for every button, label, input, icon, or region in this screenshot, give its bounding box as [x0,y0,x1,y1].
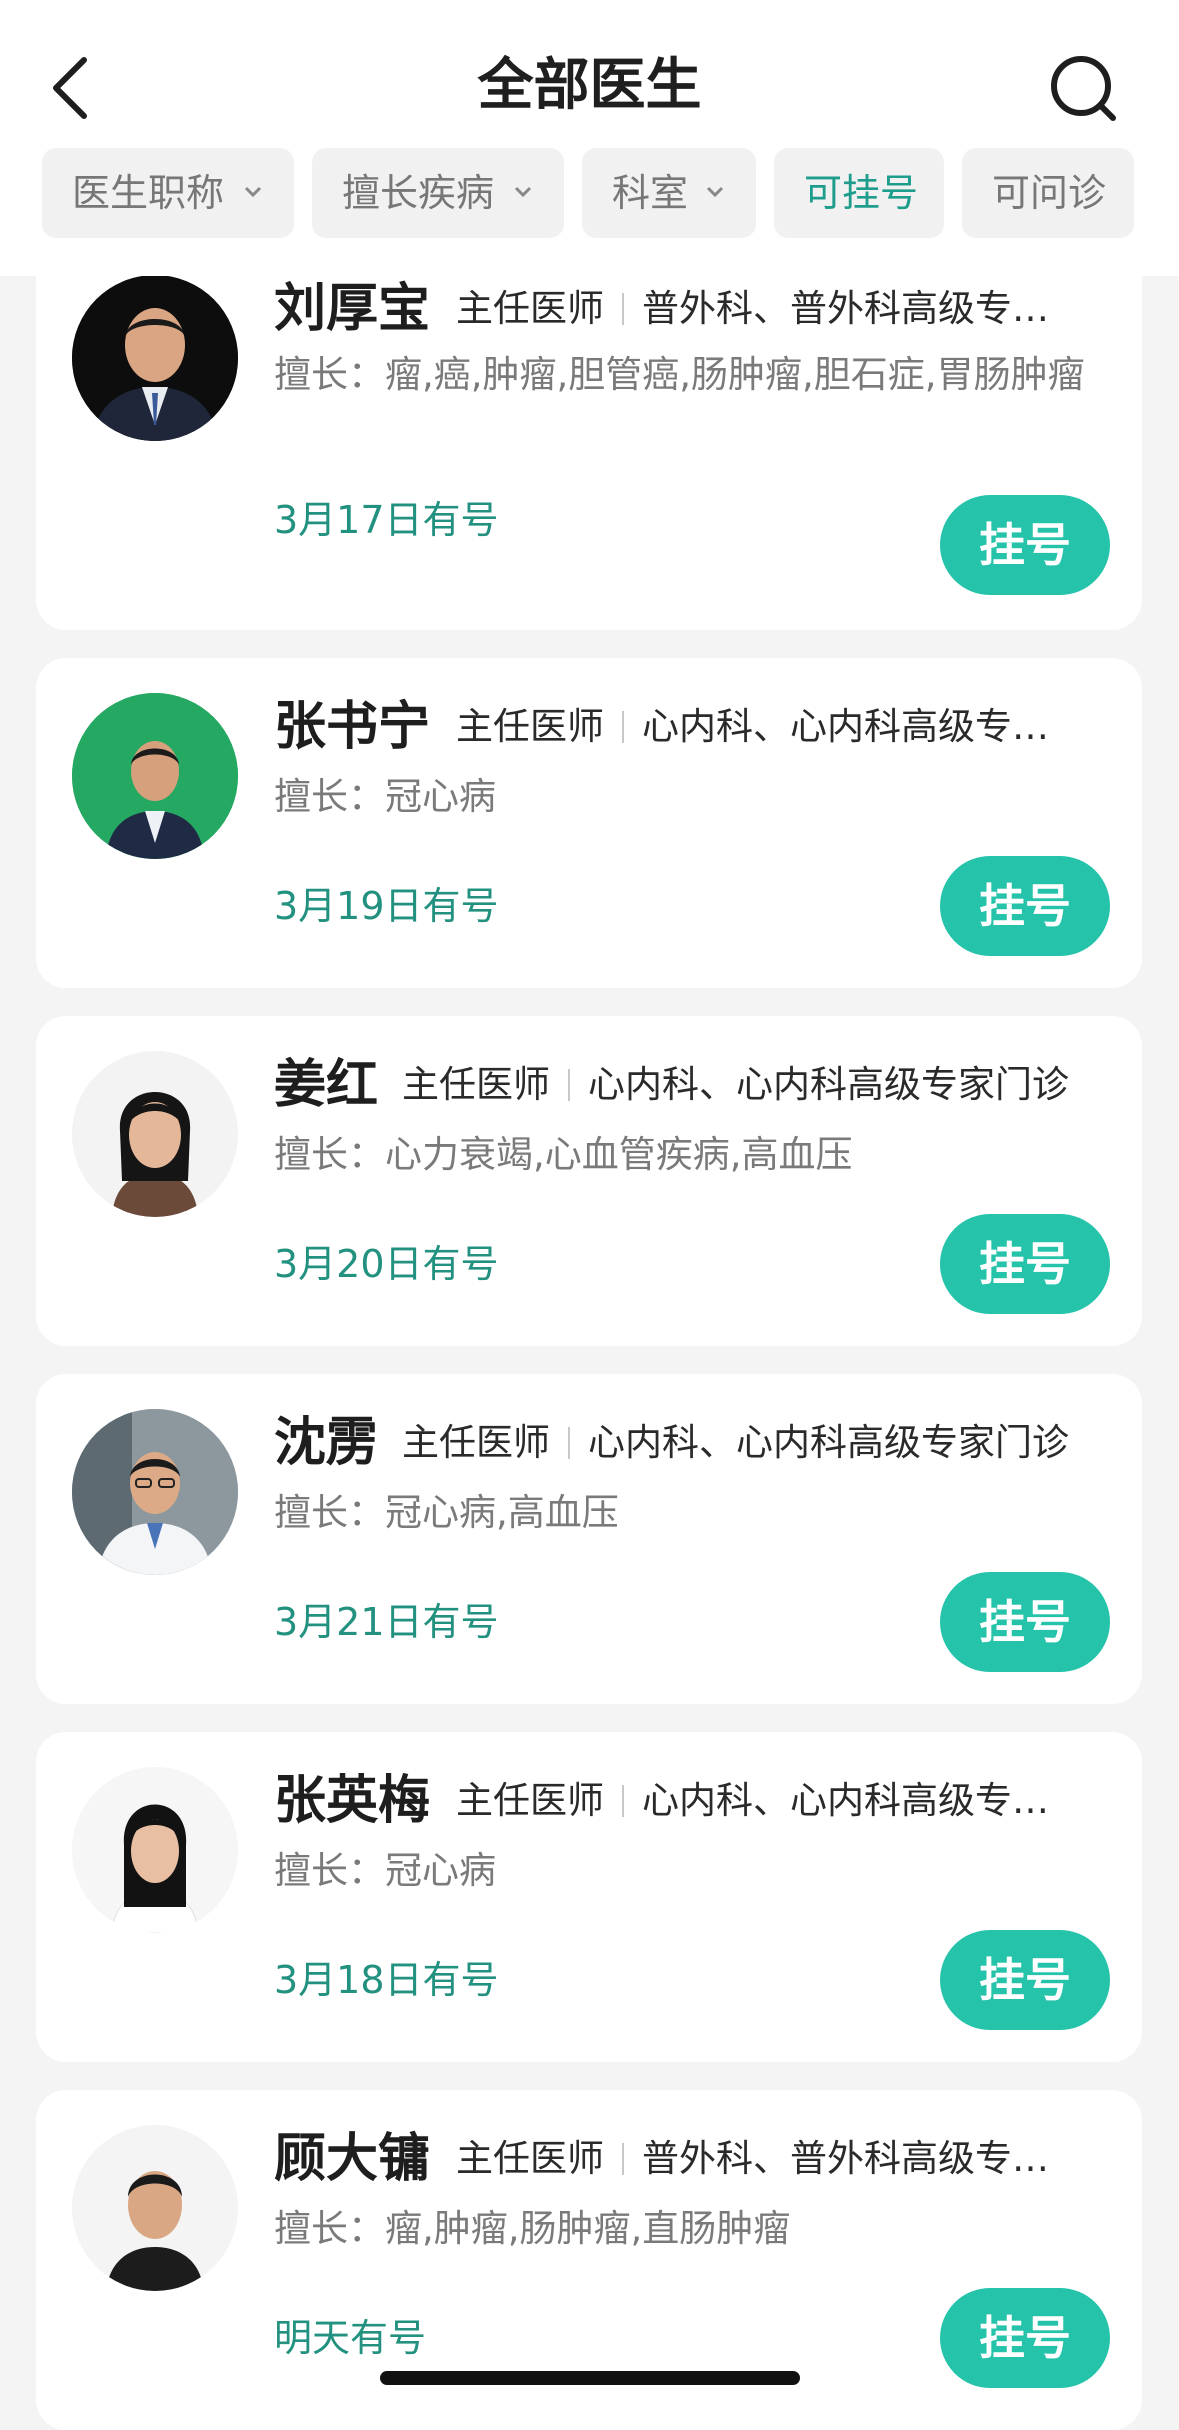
doctor-meta: 主任医师心内科、心内科高级专家门诊 [402,1050,1069,1120]
specialty-text: 瘤,肿瘤,肠肿瘤,直肠肿瘤 [385,2207,791,2250]
doctor-card[interactable]: 姜红 主任医师 心内科、心内科高级专家门诊 擅长：心力衰竭,心血管疾病,高血压 3… [36,1016,1142,1346]
doctor-specialty: 擅长：心力衰竭,心血管疾病,高血压 [274,1124,1114,1186]
filter-title-dropdown[interactable]: 医生职称 [42,148,294,238]
specialty-prefix: 擅长： [274,775,385,818]
doctor-department: 普外科、普外科高级专家门诊 [642,287,1072,330]
specialty-prefix: 擅长： [274,1133,385,1176]
doctor-title: 主任医师 [402,1421,550,1464]
doctor-card[interactable]: 张英梅 主任医师心内科、心内科高级专家门诊 擅长：冠心病 3月18日有号 挂号 [36,1732,1142,2062]
availability-text: 3月20日有号 [274,1242,499,1286]
filter-label: 擅长疾病 [342,171,495,215]
availability-text: 3月21日有号 [274,1600,499,1644]
filter-consultable-toggle[interactable]: 可问诊 [962,148,1134,238]
specialty-prefix: 擅长： [274,353,385,396]
specialty-text: 冠心病 [385,775,496,818]
doctor-name: 沈雳 [274,1413,379,1473]
home-indicator[interactable] [380,2371,800,2385]
book-button[interactable]: 挂号 [940,856,1110,956]
doctor-photo-icon [72,693,238,859]
doctor-name: 顾大镛 [274,2129,431,2189]
doctor-specialty: 擅长：瘤,肿瘤,肠肿瘤,直肠肿瘤 [274,2198,1114,2260]
filter-label: 科室 [612,171,689,215]
filter-department-dropdown[interactable]: 科室 [582,148,756,238]
book-button[interactable]: 挂号 [940,495,1110,595]
chevron-down-icon [706,186,724,198]
doctor-name: 张书宁 [274,697,431,757]
doctor-meta: 主任医师普外科、普外科高级专家门诊 [456,274,1072,344]
doctor-title: 主任医师 [402,1063,550,1106]
book-button[interactable]: 挂号 [940,1214,1110,1314]
filter-label: 医生职称 [72,171,225,215]
book-button[interactable]: 挂号 [940,1930,1110,2030]
doctor-title: 主任医师 [456,705,604,748]
doctor-card[interactable]: 张书宁 主任医师心内科、心内科高级专家门诊 擅长：冠心病 3月19日有号 挂号 [36,658,1142,988]
doctor-meta: 主任医师普外科、普外科高级专家门诊 [456,2124,1072,2194]
divider [622,711,624,743]
chevron-down-icon [514,186,532,198]
book-button[interactable]: 挂号 [940,2288,1110,2388]
doctor-meta: 主任医师心内科、心内科高级专家门诊 [402,1408,1069,1478]
doctor-department: 普外科、普外科高级专家门诊 [642,2137,1072,2180]
divider [622,2143,624,2175]
doctor-photo-icon [72,1409,238,1575]
doctor-department: 心内科、心内科高级专家门诊 [588,1421,1069,1464]
doctor-card[interactable]: 沈雳 主任医师 心内科、心内科高级专家门诊 擅长：冠心病,高血压 3月21日有号 … [36,1374,1142,1704]
doctor-photo-icon [72,2125,238,2291]
doctor-department: 心内科、心内科高级专家门诊 [588,1063,1069,1106]
doctor-photo-icon [72,1767,238,1933]
filter-bookable-toggle[interactable]: 可挂号 [774,148,944,238]
specialty-prefix: 擅长： [274,1849,385,1892]
doctor-specialty: 擅长：冠心病,高血压 [274,1482,1114,1544]
specialty-text: 冠心病,高血压 [385,1491,619,1534]
filter-label: 可问诊 [992,171,1107,215]
search-button[interactable] [1045,50,1121,126]
divider [568,1069,570,1101]
availability-text: 3月17日有号 [274,498,499,542]
availability-text: 3月19日有号 [274,884,499,928]
divider [568,1427,570,1459]
doctor-specialty: 擅长：冠心病 [274,766,1114,828]
doctor-photo-icon [72,1051,238,1217]
book-button[interactable]: 挂号 [940,1572,1110,1672]
availability-text: 明天有号 [274,2316,427,2360]
specialty-text: 冠心病 [385,1849,496,1892]
doctor-meta: 主任医师心内科、心内科高级专家门诊 [456,692,1072,762]
avatar [72,2125,238,2291]
doctor-specialty: 擅长：冠心病 [274,1840,1114,1902]
search-icon [1051,56,1116,121]
doctor-name: 刘厚宝 [274,279,431,339]
top-bar: 全部医生 医生职称 擅长疾病 科室 可挂号 可问诊 [0,0,1179,276]
avatar [72,1051,238,1217]
avatar [72,1409,238,1575]
specialty-prefix: 擅长： [274,2207,385,2250]
specialty-text: 瘤,癌,肿瘤,胆管癌,肠肿瘤,胆石症,胃肠肿瘤 [385,353,1085,396]
doctor-title: 主任医师 [456,2137,604,2180]
doctor-department: 心内科、心内科高级专家门诊 [642,1779,1072,1822]
doctor-meta: 主任医师心内科、心内科高级专家门诊 [456,1766,1072,1836]
doctor-title: 主任医师 [456,287,604,330]
chevron-down-icon [244,186,262,198]
specialty-text: 心力衰竭,心血管疾病,高血压 [385,1133,853,1176]
filter-label: 可挂号 [804,171,919,215]
filter-specialty-dropdown[interactable]: 擅长疾病 [312,148,564,238]
availability-text: 3月18日有号 [274,1958,499,2002]
doctor-title: 主任医师 [456,1779,604,1822]
avatar [72,1767,238,1933]
page-title: 全部医生 [477,53,702,118]
doctor-department: 心内科、心内科高级专家门诊 [642,705,1072,748]
doctor-name: 姜红 [274,1055,379,1115]
doctor-specialty: 擅长：瘤,癌,肿瘤,胆管癌,肠肿瘤,胆石症,胃肠肿瘤 [274,344,1114,406]
avatar [72,275,238,441]
specialty-prefix: 擅长： [274,1491,385,1534]
doctor-photo-icon [72,275,238,441]
avatar [72,693,238,859]
doctor-name: 张英梅 [274,1771,431,1831]
doctor-card[interactable]: 刘厚宝 主任医师普外科、普外科高级专家门诊 擅长：瘤,癌,肿瘤,胆管癌,肠肿瘤,… [36,250,1142,630]
divider [622,293,624,325]
divider [622,1785,624,1817]
